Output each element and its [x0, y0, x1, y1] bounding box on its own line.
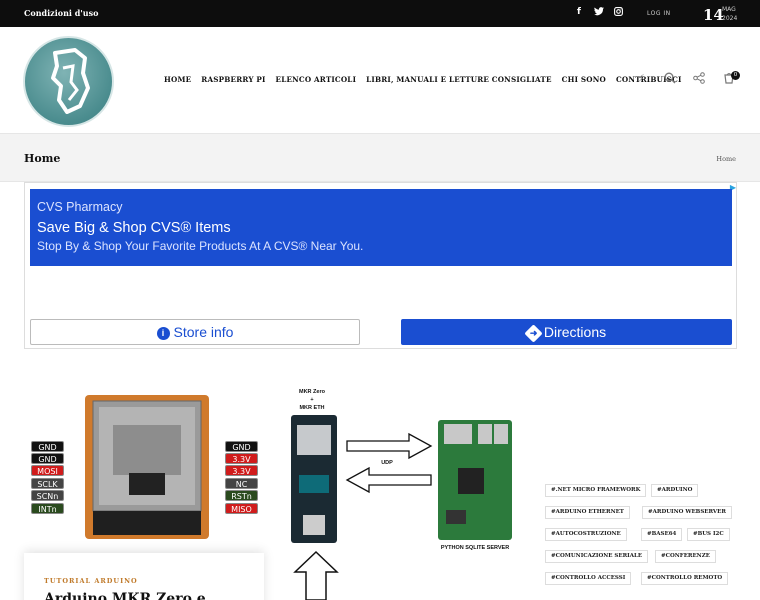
lightning-icon[interactable]: ⚡	[634, 72, 648, 86]
info-icon: i	[156, 327, 170, 340]
page-title: Home	[24, 152, 61, 165]
instagram-icon[interactable]	[614, 7, 623, 19]
main-nav: HOME RASPBERRY PI ELENCO ARTICOLI LIBRI,…	[164, 75, 682, 84]
pin-right-6: MISO	[225, 503, 258, 514]
tag[interactable]: #AUTOCOSTRUZIONE	[545, 528, 627, 541]
pin-right-5: RSTn	[225, 490, 258, 501]
cart-count-badge: 0	[731, 71, 740, 80]
pin-left-3: MOSI	[31, 465, 64, 476]
server-label: PYTHON SQLITE SERVER	[440, 545, 510, 551]
store-info-button[interactable]: i Store info	[30, 319, 360, 345]
post-title[interactable]: Arduino MKR Zero e	[44, 591, 206, 600]
pin-right-2: 3.3V	[225, 453, 258, 464]
pin-left-6: INTn	[31, 503, 64, 514]
twitter-icon[interactable]	[594, 7, 604, 19]
breadcrumb[interactable]: Home	[716, 155, 736, 163]
ad-banner[interactable]: CVS Pharmacy Save Big & Shop CVS® Items …	[30, 189, 732, 266]
site-logo[interactable]	[23, 36, 114, 127]
pin-left-5: SCNn	[31, 490, 64, 501]
directions-button[interactable]: ➜ Directions	[401, 319, 732, 345]
ad-headline: Save Big & Shop CVS® Items	[37, 220, 231, 236]
pin-right-3: 3.3V	[225, 465, 258, 476]
nav-chi-sono[interactable]: CHI SONO	[562, 75, 606, 84]
facebook-icon[interactable]: f	[577, 7, 581, 17]
site-header: HOME RASPBERRY PI ELENCO ARTICOLI LIBRI,…	[0, 27, 760, 134]
arrow-up-icon	[293, 550, 339, 600]
terms-link[interactable]: Condizioni d'uso	[24, 8, 98, 18]
pin-right-1: GND	[225, 441, 258, 452]
tag[interactable]: #COMUNICAZIONE SERIALE	[545, 550, 649, 563]
tag[interactable]: #CONTROLLO ACCESSI	[545, 572, 632, 585]
pin-right-4: NC	[225, 478, 258, 489]
tag[interactable]: #ARDUINO ETHERNET	[545, 506, 630, 519]
udp-label: UDP	[381, 460, 393, 466]
tag[interactable]: #CONFERENZE	[655, 550, 716, 563]
nav-raspberry-pi[interactable]: RASPBERRY PI	[201, 75, 265, 84]
tag[interactable]: #.NET MICRO FRAMEWORK	[545, 484, 647, 497]
nav-elenco-articoli[interactable]: ELENCO ARTICOLI	[276, 75, 357, 84]
date-day: 14	[703, 6, 724, 24]
tag[interactable]: #ARDUINO	[651, 484, 699, 497]
search-icon[interactable]	[663, 72, 677, 86]
top-bar: Condizioni d'uso f LOG IN 14 MAG 2024	[0, 0, 760, 27]
post-category[interactable]: TUTORIAL ARDUINO	[44, 577, 138, 585]
tag[interactable]: #CONTROLLO REMOTO	[641, 572, 729, 585]
tag[interactable]: #BUS I2C	[687, 528, 730, 541]
breadcrumb-bar: Home Home	[0, 134, 760, 182]
date-month-year: MAG 2024	[722, 6, 738, 22]
raspberry-pi-image	[438, 420, 512, 540]
pin-left-2: GND	[31, 453, 64, 464]
pin-left-4: SCLK	[31, 478, 64, 489]
ad-brand: CVS Pharmacy	[37, 200, 123, 214]
ethernet-module-image	[85, 395, 209, 539]
mkr-label: MKR Zero + MKR ETH	[299, 389, 325, 411]
login-link[interactable]: LOG IN	[647, 10, 671, 17]
ad-subline: Stop By & Shop Your Favorite Products At…	[37, 239, 364, 253]
post-card[interactable]: TUTORIAL ARDUINO Arduino MKR Zero e	[24, 553, 264, 600]
tag[interactable]: #ARDUINO WEBSERVER	[642, 506, 732, 519]
tag[interactable]: #BASE64	[641, 528, 683, 541]
nav-home[interactable]: HOME	[164, 75, 191, 84]
directions-label: Directions	[543, 324, 607, 340]
store-info-label: Store info	[173, 324, 234, 340]
pin-left-1: GND	[31, 441, 64, 452]
ad-unit[interactable]: ▶ CVS Pharmacy Save Big & Shop CVS® Item…	[24, 182, 737, 349]
nav-libri[interactable]: LIBRI, MANUALI E LETTURE CONSIGLIATE	[366, 75, 552, 84]
share-icon[interactable]	[692, 72, 706, 86]
directions-icon: ➜	[524, 324, 543, 343]
mkr-board-image	[291, 415, 337, 543]
